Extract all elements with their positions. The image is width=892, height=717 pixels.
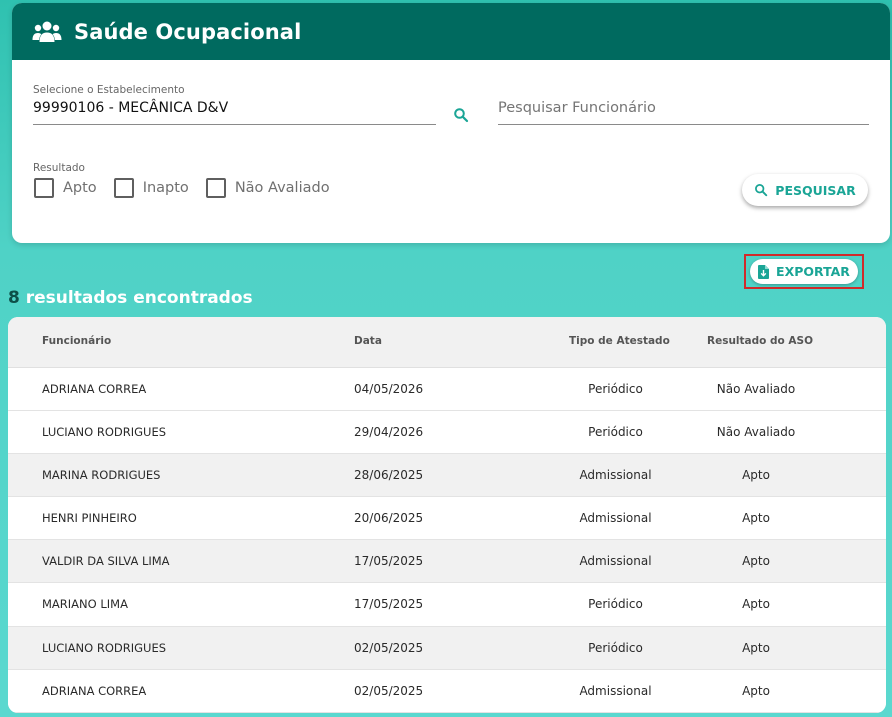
- cell-date: 28/06/2025: [354, 468, 424, 483]
- cell-aso-result: Apto: [742, 683, 770, 698]
- results-count-text: resultados encontrados: [25, 288, 253, 308]
- cell-employee: HENRI PINHEIRO: [42, 511, 137, 526]
- result-checkbox-apto[interactable]: Apto: [34, 178, 97, 198]
- users-icon: [32, 21, 62, 42]
- table-row[interactable]: MARINA RODRIGUES 28/06/2025 Admissional …: [8, 454, 886, 498]
- establishment-value: 99990106 - MECÂNICA D&V: [33, 100, 229, 116]
- result-checkbox-nao-avaliado[interactable]: Não Avaliado: [205, 178, 330, 198]
- cell-aso-result: Apto: [742, 468, 770, 483]
- cell-date: 04/05/2026: [354, 382, 424, 396]
- cell-aso-result: Apto: [742, 597, 770, 612]
- table-row[interactable]: ADRIANA CORREA 02/05/2025 Admissional Ap…: [8, 669, 886, 713]
- checkbox-box[interactable]: [205, 178, 226, 198]
- cell-employee: ADRIANA CORREA: [42, 382, 147, 396]
- employee-search-placeholder: Pesquisar Funcionário: [498, 100, 656, 116]
- cell-date: 17/05/2025: [354, 597, 424, 612]
- result-label: Resultado: [33, 162, 85, 174]
- cell-date: 02/05/2025: [354, 640, 424, 655]
- establishment-select[interactable]: 99990106 - MECÂNICA D&V: [33, 100, 436, 125]
- cell-certificate-type: Periódico: [588, 640, 643, 655]
- table-row[interactable]: LUCIANO RODRIGUES 02/05/2025 Periódico A…: [8, 626, 886, 670]
- filter-card: Saúde Ocupacional Selecione o Estabeleci…: [12, 3, 890, 243]
- cell-aso-result: Apto: [742, 511, 770, 526]
- cell-certificate-type: Admissional: [579, 554, 652, 569]
- column-header-aso-result[interactable]: Resultado do ASO: [707, 335, 813, 347]
- table-row[interactable]: HENRI PINHEIRO 20/06/2025 Admissional Ap…: [8, 497, 886, 541]
- table-row[interactable]: MARIANO LIMA 17/05/2025 Periódico Apto: [8, 583, 886, 627]
- cell-certificate-type: Periódico: [588, 382, 643, 396]
- establishment-search-button[interactable]: [453, 107, 469, 123]
- establishment-label: Selecione o Estabelecimento: [33, 84, 185, 96]
- cell-certificate-type: Admissional: [579, 683, 652, 698]
- checkbox-box[interactable]: [34, 178, 54, 198]
- cell-aso-result: Não Avaliado: [716, 425, 796, 440]
- checkbox-label: Não Avaliado: [234, 180, 330, 196]
- search-icon: [454, 108, 469, 123]
- export-highlight: EXPORTAR: [744, 254, 864, 289]
- cell-employee: MARINA RODRIGUES: [42, 468, 161, 483]
- page-title: Saúde Ocupacional: [74, 19, 302, 44]
- cell-employee: VALDIR DA SILVA LIMA: [42, 554, 170, 569]
- cell-employee: LUCIANO RODRIGUES: [42, 425, 167, 440]
- table-row[interactable]: LUCIANO RODRIGUES 29/04/2026 Periódico N…: [8, 411, 886, 455]
- column-header-certificate-type[interactable]: Tipo de Atestado: [569, 335, 670, 347]
- cell-aso-result: Não Avaliado: [716, 382, 796, 396]
- search-button[interactable]: PESQUISAR: [742, 174, 868, 206]
- card-header: Saúde Ocupacional: [12, 3, 890, 60]
- file-download-icon: [758, 264, 770, 279]
- employee-search-input[interactable]: Pesquisar Funcionário: [498, 100, 869, 125]
- checkbox-box[interactable]: [113, 178, 134, 198]
- search-icon: [755, 184, 768, 197]
- result-filter-group: Apto Inapto Não Avaliado: [34, 178, 347, 198]
- results-count-number: 8: [8, 288, 20, 308]
- checkbox-label: Inapto: [142, 180, 189, 196]
- cell-date: 17/05/2025: [354, 554, 424, 569]
- cell-date: 02/05/2025: [354, 683, 424, 698]
- cell-certificate-type: Admissional: [579, 468, 652, 483]
- results-table: Funcionário Data Tipo de Atestado Result…: [8, 317, 886, 713]
- table-row[interactable]: VALDIR DA SILVA LIMA 17/05/2025 Admissio…: [8, 540, 886, 584]
- result-checkbox-inapto[interactable]: Inapto: [113, 178, 189, 198]
- export-button-label: EXPORTAR: [776, 264, 850, 279]
- cell-certificate-type: Periódico: [588, 597, 643, 612]
- cell-certificate-type: Admissional: [579, 511, 652, 526]
- cell-employee: MARIANO LIMA: [42, 597, 128, 612]
- search-button-label: PESQUISAR: [775, 182, 856, 198]
- table-header: Funcionário Data Tipo de Atestado Result…: [8, 317, 886, 368]
- results-count: 8 resultados encontrados: [8, 288, 253, 308]
- cell-certificate-type: Periódico: [588, 425, 643, 440]
- cell-aso-result: Apto: [742, 554, 770, 569]
- cell-aso-result: Apto: [742, 640, 770, 655]
- cell-date: 29/04/2026: [354, 425, 424, 440]
- checkbox-label: Apto: [63, 180, 97, 196]
- cell-date: 20/06/2025: [354, 511, 424, 526]
- column-header-date[interactable]: Data: [354, 335, 382, 347]
- export-button[interactable]: EXPORTAR: [750, 259, 858, 284]
- column-header-employee[interactable]: Funcionário: [42, 335, 111, 347]
- cell-employee: LUCIANO RODRIGUES: [42, 640, 167, 655]
- table-row[interactable]: ADRIANA CORREA 04/05/2026 Periódico Não …: [8, 368, 886, 412]
- cell-employee: ADRIANA CORREA: [42, 683, 147, 698]
